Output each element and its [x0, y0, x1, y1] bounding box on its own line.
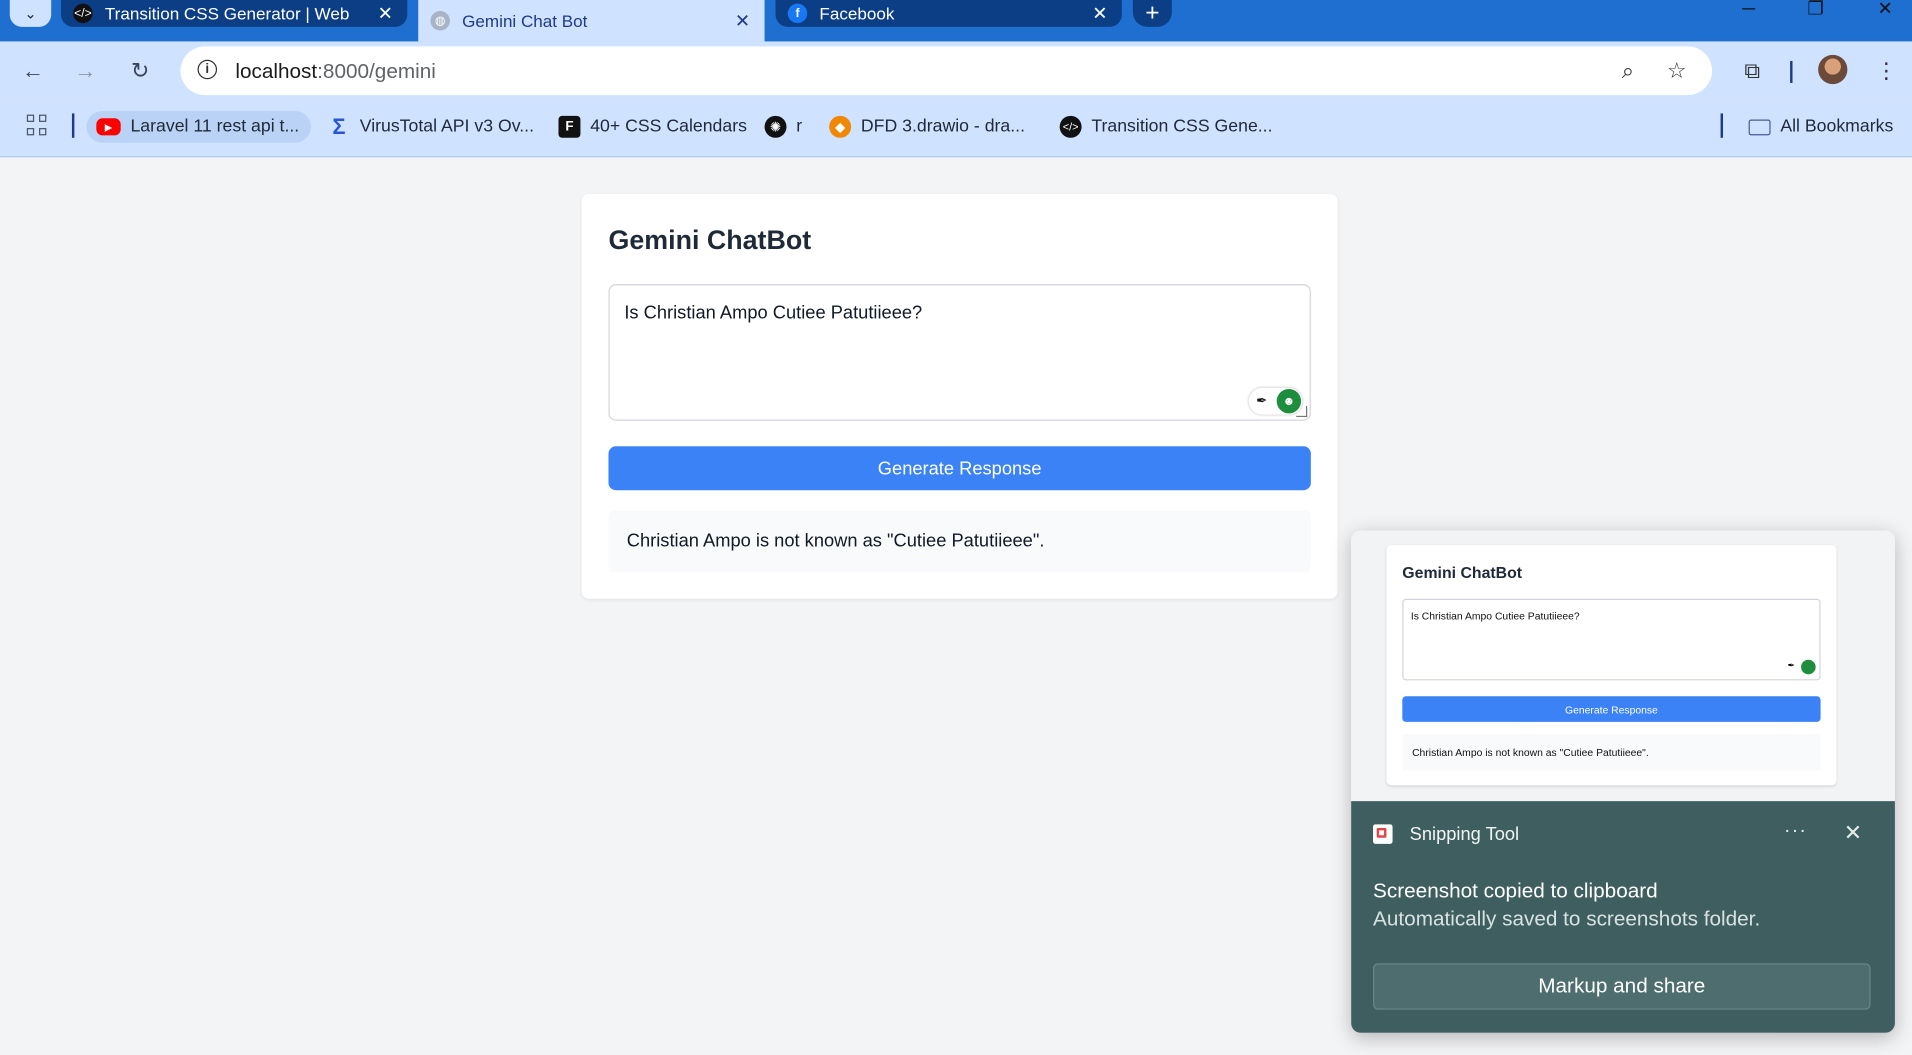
- bookmarks-divider: [1720, 113, 1724, 138]
- globe-icon: ◍: [430, 10, 450, 31]
- preview-response-text: Christian Ampo is not known as "Cutiee P…: [1412, 746, 1649, 759]
- youtube-icon: ▶: [96, 118, 121, 136]
- close-icon[interactable]: ✕: [733, 10, 753, 32]
- arrow-left-icon: ←: [21, 57, 44, 83]
- bookmark-css-calendars[interactable]: F 40+ CSS Calendars: [558, 111, 747, 143]
- bookmark-virustotal[interactable]: Σ VirusTotal API v3 Ov...: [328, 111, 534, 143]
- generate-response-button[interactable]: Generate Response: [608, 446, 1311, 491]
- toolbar-divider: [1790, 60, 1793, 83]
- notification-body: Snipping Tool ··· ✕ Screenshot copied to…: [1351, 801, 1895, 1033]
- back-button[interactable]: ←: [16, 54, 50, 88]
- url-text[interactable]: localhost:8000/gemini: [235, 60, 436, 84]
- bookmark-dfd-drawio[interactable]: ◆ DFD 3.drawio - dra...: [829, 111, 1025, 143]
- reload-icon: ↻: [131, 57, 150, 83]
- snipping-tool-icon: [1373, 824, 1393, 844]
- response-text: Christian Ampo is not known as "Cutiee P…: [626, 530, 1045, 552]
- preview-prompt: Is Christian Ampo Cutiee Patutiieee? ✒: [1402, 598, 1821, 681]
- restore-button[interactable]: ❐: [1797, 0, 1834, 20]
- address-bar[interactable]: i localhost:8000/gemini ⌕ ☆: [180, 46, 1713, 96]
- tab-transition-css[interactable]: </> Transition CSS Generator | Web ✕: [60, 0, 408, 27]
- tab-search-button[interactable]: ⌄: [9, 0, 52, 27]
- notification-app-name: Snipping Tool: [1409, 824, 1520, 846]
- apps-grid-icon[interactable]: [26, 114, 49, 137]
- screenshot-preview[interactable]: Gemini ChatBot Is Christian Ampo Cutiee …: [1351, 530, 1895, 802]
- extension-overlay[interactable]: ✒ ☻: [1248, 387, 1303, 415]
- more-options-icon[interactable]: ···: [1784, 821, 1807, 843]
- notification-heading: Screenshot copied to clipboard: [1373, 879, 1658, 903]
- menu-kebab-icon[interactable]: ⋮: [1869, 54, 1903, 88]
- preview-prompt-text: Is Christian Ampo Cutiee Patutiieee?: [1410, 609, 1580, 622]
- bookmark-laravel[interactable]: ▶ Laravel 11 rest api t...: [86, 110, 312, 143]
- close-icon[interactable]: ✕: [376, 2, 396, 25]
- bookmarks-bar: ▶ Laravel 11 rest api t... Σ VirusTotal …: [0, 98, 1912, 158]
- resize-handle[interactable]: [1296, 406, 1308, 418]
- tab-strip: ⌄ </> Transition CSS Generator | Web ✕ ◍…: [0, 0, 1912, 42]
- preview-title: Gemini ChatBot: [1402, 563, 1523, 582]
- preview-response: Christian Ampo is not known as "Cutiee P…: [1402, 734, 1821, 771]
- chatbot-card: Gemini ChatBot Is Christian Ampo Cutiee …: [581, 193, 1338, 599]
- sigma-icon: Σ: [332, 114, 346, 139]
- plus-icon: +: [1145, 0, 1160, 27]
- arrow-right-icon: →: [74, 57, 97, 83]
- f-icon: F: [558, 115, 581, 138]
- folder-icon: [1748, 118, 1771, 135]
- bookmark-r[interactable]: ✺ r: [764, 111, 802, 143]
- facebook-icon: f: [787, 3, 808, 24]
- preview-generate-button: Generate Response: [1402, 696, 1821, 722]
- bookmark-transition-css[interactable]: </> Transition CSS Gene...: [1059, 111, 1273, 143]
- profile-avatar[interactable]: [1818, 54, 1848, 85]
- code-icon: </>: [1059, 115, 1082, 138]
- code-icon: </>: [73, 3, 93, 24]
- markup-and-share-button[interactable]: Markup and share: [1373, 963, 1871, 1010]
- chevron-down-icon: ⌄: [24, 4, 37, 22]
- bookmarks-divider: [71, 113, 75, 138]
- preview-card: Gemini ChatBot Is Christian Ampo Cutiee …: [1386, 545, 1837, 786]
- forward-button[interactable]: →: [68, 54, 102, 88]
- new-tab-button[interactable]: +: [1132, 0, 1172, 27]
- zoom-icon[interactable]: ⌕: [1613, 56, 1642, 85]
- prompt-textarea[interactable]: Is Christian Ampo Cutiee Patutiieee? ✒ ☻: [608, 284, 1311, 421]
- reload-button[interactable]: ↻: [123, 54, 157, 88]
- drawio-icon: ◆: [829, 115, 852, 138]
- site-info-icon[interactable]: i: [197, 59, 218, 80]
- browser-toolbar: ← → ↻ i localhost:8000/gemini ⌕ ☆ ⧉ ⋮: [0, 41, 1912, 99]
- bookmark-star-icon[interactable]: ☆: [1662, 56, 1691, 85]
- prompt-value: Is Christian Ampo Cutiee Patutiieee?: [624, 302, 923, 324]
- close-icon[interactable]: ✕: [1844, 821, 1862, 847]
- openai-icon: ✺: [764, 115, 787, 138]
- response-box: Christian Ampo is not known as "Cutiee P…: [608, 510, 1311, 572]
- minimize-button[interactable]: ─: [1730, 0, 1767, 19]
- extensions-icon[interactable]: ⧉: [1735, 54, 1769, 88]
- notification-subtext: Automatically saved to screenshots folde…: [1373, 907, 1761, 931]
- all-bookmarks[interactable]: All Bookmarks: [1748, 111, 1893, 143]
- tab-gemini-chat-bot[interactable]: ◍ Gemini Chat Bot ✕: [418, 0, 765, 42]
- tab-facebook[interactable]: f Facebook ✕: [775, 0, 1122, 27]
- page-title: Gemini ChatBot: [608, 224, 812, 255]
- snipping-tool-notification[interactable]: Gemini ChatBot Is Christian Ampo Cutiee …: [1351, 530, 1895, 1033]
- window-close-button[interactable]: ✕: [1867, 0, 1904, 20]
- close-icon[interactable]: ✕: [1090, 2, 1110, 25]
- feather-icon[interactable]: ✒: [1256, 393, 1267, 409]
- preview-extension-overlay: ✒: [1783, 659, 1816, 676]
